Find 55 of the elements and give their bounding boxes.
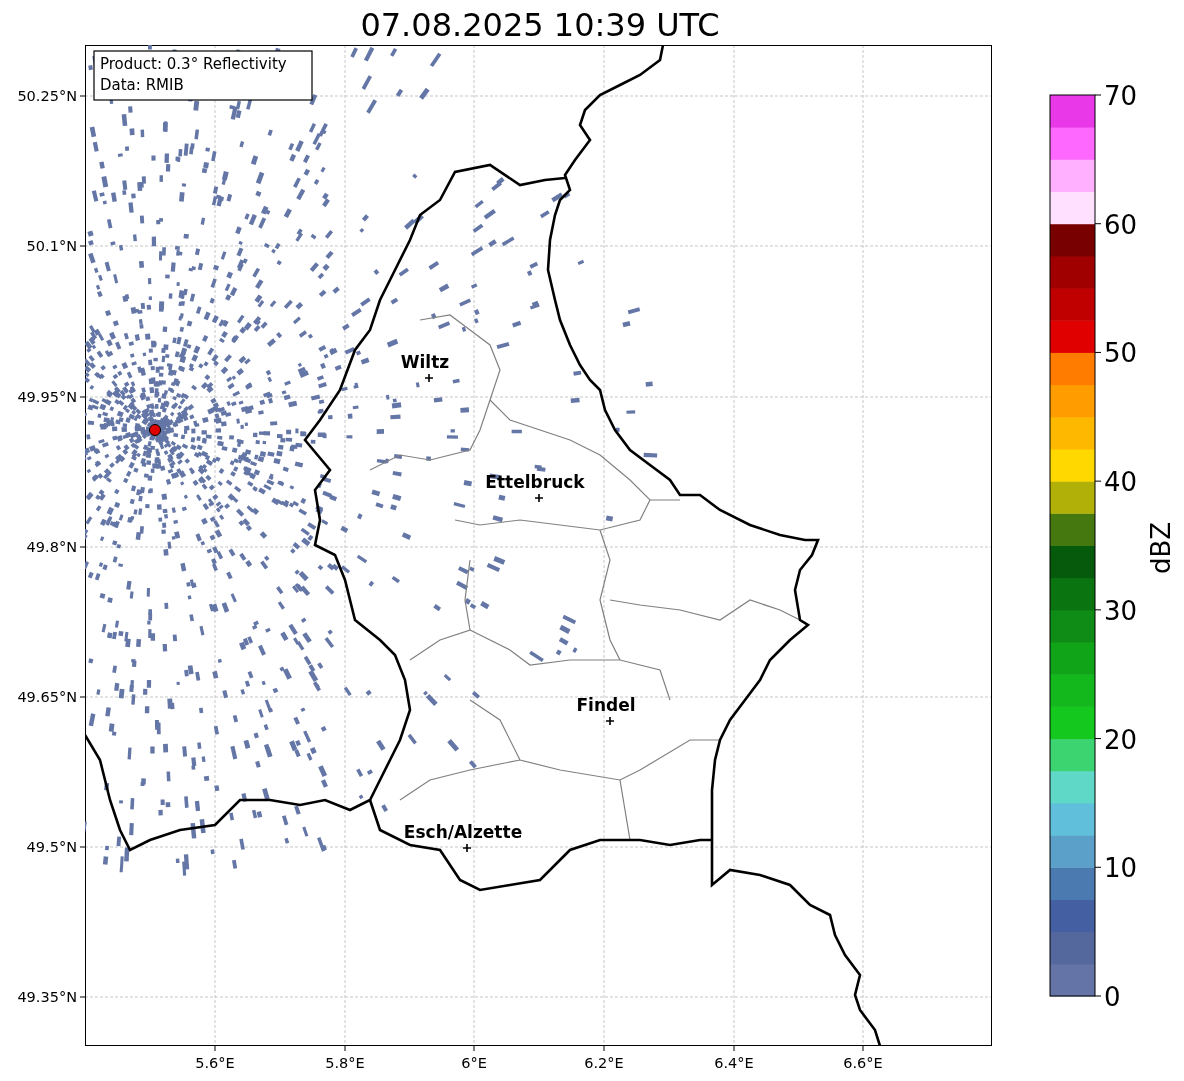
tick-mark: [79, 996, 86, 998]
tick-mark: [1094, 995, 1102, 997]
latitude-label: 49.5°N: [26, 839, 77, 855]
longitude-label: 6.2°E: [584, 1055, 624, 1071]
latitude-label: 50.25°N: [17, 88, 77, 104]
tick-mark: [473, 1045, 475, 1052]
colorbar-tick-label: 70: [1104, 81, 1138, 111]
city-marker-icon: [462, 843, 472, 853]
info-text: Data: RMIB: [100, 76, 184, 94]
longitude-label: 5.8°E: [325, 1055, 365, 1071]
colorbar-tick-label: 10: [1104, 853, 1138, 884]
info-text: Product: 0.3° Reflectivity: [100, 55, 287, 73]
city-marker-icon: [534, 493, 544, 503]
city-label: Findel: [576, 695, 636, 715]
tick-mark: [1094, 609, 1102, 611]
tick-mark: [79, 696, 86, 698]
tick-mark: [1094, 738, 1102, 740]
tick-mark: [79, 396, 86, 398]
tick-mark: [214, 1045, 216, 1052]
tick-mark: [79, 245, 86, 247]
latitude-label: 49.35°N: [17, 989, 77, 1005]
colorbar-tick-label: 30: [1104, 595, 1138, 626]
city-label: Wiltz: [400, 352, 450, 372]
tick-mark: [79, 95, 86, 97]
latitude-label: 50.1°N: [26, 238, 77, 254]
tick-mark: [862, 1045, 864, 1052]
tick-mark: [733, 1045, 735, 1052]
latitude-label: 49.8°N: [26, 539, 77, 555]
radar-site-icon: [149, 424, 161, 436]
longitude-label: 5.6°E: [195, 1055, 235, 1071]
tick-mark: [1094, 866, 1102, 868]
city-label: Ettelbruck: [485, 472, 585, 492]
colorbar-label: dBZ: [1146, 521, 1176, 575]
colorbar-tick-label: 40: [1104, 467, 1138, 498]
longitude-label: 6°E: [461, 1055, 487, 1071]
tick-mark: [79, 546, 86, 548]
colorbar-tick-label: 50: [1104, 338, 1138, 369]
tick-mark: [79, 846, 86, 848]
tick-mark: [344, 1045, 346, 1052]
latitude-label: 49.65°N: [17, 689, 77, 705]
city-label: Esch/Alzette: [403, 822, 523, 842]
tick-mark: [1094, 480, 1102, 482]
tick-mark: [1094, 351, 1102, 353]
city-marker-icon: [605, 716, 615, 726]
colorbar-tick-label: 0: [1104, 982, 1121, 1012]
colorbar-tick-label: 60: [1104, 209, 1138, 240]
longitude-label: 6.4°E: [714, 1055, 754, 1071]
longitude-label: 6.6°E: [843, 1055, 883, 1071]
tick-mark: [1094, 223, 1102, 225]
latitude-label: 49.95°N: [17, 389, 77, 405]
chart-title: 07.08.2025 10:39 UTC: [360, 6, 720, 44]
colorbar-tick-label: 20: [1104, 724, 1138, 755]
tick-mark: [603, 1045, 605, 1052]
city-marker-icon: [424, 373, 434, 383]
tick-mark: [1094, 94, 1102, 96]
